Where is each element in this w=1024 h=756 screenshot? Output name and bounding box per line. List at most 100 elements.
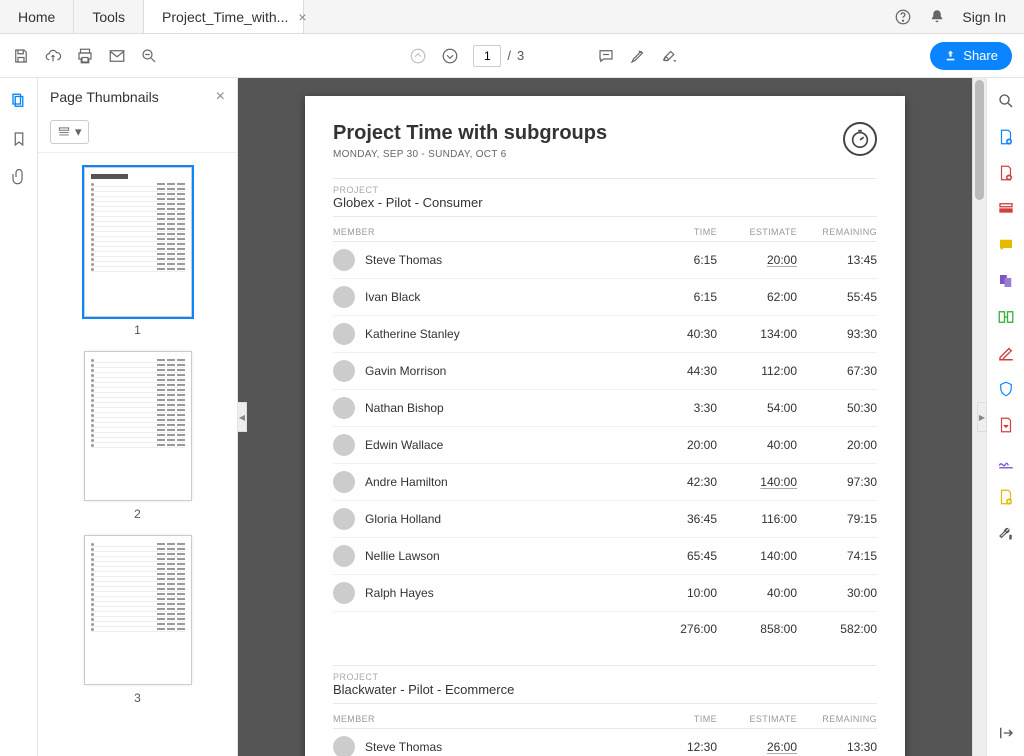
document-page: Project Time with subgroups MONDAY, SEP … xyxy=(305,96,905,756)
protect-icon[interactable] xyxy=(997,380,1015,398)
avatar xyxy=(333,471,355,493)
bell-icon[interactable] xyxy=(928,8,946,26)
compress-icon[interactable] xyxy=(997,416,1015,434)
member-name: Gavin Morrison xyxy=(365,364,446,378)
table-row: Steve Thomas12:3026:0013:30 xyxy=(333,729,877,756)
time-value: 12:30 xyxy=(637,729,717,756)
report-date-range: MONDAY, SEP 30 - SUNDAY, OCT 6 xyxy=(333,149,877,160)
cloud-upload-icon[interactable] xyxy=(44,47,62,65)
help-icon[interactable] xyxy=(894,8,912,26)
comment-icon[interactable] xyxy=(597,47,615,65)
estimate-value: 112:00 xyxy=(717,353,797,390)
time-value: 36:45 xyxy=(637,501,717,538)
fill-sign-icon[interactable] xyxy=(997,452,1015,470)
member-name: Nellie Lawson xyxy=(365,549,440,563)
attachment-icon[interactable] xyxy=(10,168,28,186)
avatar xyxy=(333,286,355,308)
estimate-value: 140:00 xyxy=(717,538,797,575)
scrollbar-thumb[interactable] xyxy=(975,80,984,200)
share-button[interactable]: Share xyxy=(930,42,1012,70)
toolbar: / 3 Share xyxy=(0,34,1024,78)
table-row: Steve Thomas6:1520:0013:45 xyxy=(333,242,877,279)
thumbnail[interactable]: 2 xyxy=(84,351,192,521)
time-value: 6:15 xyxy=(637,279,717,316)
edit-pdf-icon[interactable] xyxy=(997,200,1015,218)
remaining-value: 13:30 xyxy=(797,729,877,756)
more-tools-icon[interactable] xyxy=(997,524,1015,542)
share-label: Share xyxy=(963,48,998,63)
bookmark-icon[interactable] xyxy=(10,130,28,148)
close-panel-icon[interactable]: × xyxy=(216,88,225,106)
col-member: MEMBER xyxy=(333,710,637,729)
send-icon[interactable] xyxy=(997,488,1015,506)
collapse-right-icon[interactable]: ▶ xyxy=(977,402,987,432)
estimate-value: 140:00 xyxy=(717,464,797,501)
combine-icon[interactable] xyxy=(997,272,1015,290)
report-title: Project Time with subgroups xyxy=(333,122,877,145)
time-table: MEMBERTIMEESTIMATEREMAININGSteve Thomas1… xyxy=(333,710,877,756)
thumbnail-options-button[interactable]: ▾ xyxy=(50,120,89,144)
sign-icon[interactable] xyxy=(661,47,679,65)
remaining-value: 13:45 xyxy=(797,242,877,279)
avatar xyxy=(333,249,355,271)
redact-icon[interactable] xyxy=(997,344,1015,362)
col-remaining: REMAINING xyxy=(797,710,877,729)
organize-icon[interactable] xyxy=(997,308,1015,326)
thumbnail-list[interactable]: 12 3 xyxy=(38,153,237,756)
sign-in-link[interactable]: Sign In xyxy=(962,9,1006,25)
estimate-value: 62:00 xyxy=(717,279,797,316)
print-icon[interactable] xyxy=(76,47,94,65)
remaining-value: 50:30 xyxy=(797,390,877,427)
stopwatch-icon xyxy=(843,122,877,156)
document-viewport[interactable]: ◀ Project Time with subgroups MONDAY, SE… xyxy=(238,78,972,756)
create-pdf-icon[interactable] xyxy=(997,164,1015,182)
time-value: 10:00 xyxy=(637,575,717,612)
remaining-value: 55:45 xyxy=(797,279,877,316)
col-estimate: ESTIMATE xyxy=(717,710,797,729)
tab-document[interactable]: Project_Time_with... × xyxy=(144,0,304,33)
comment-tool-icon[interactable] xyxy=(997,236,1015,254)
thumbnail-number: 3 xyxy=(134,691,141,705)
page-sep: / xyxy=(507,48,511,63)
tab-home[interactable]: Home xyxy=(0,0,74,33)
search-tool-icon[interactable] xyxy=(997,92,1015,110)
total-row: 276:00858:00582:00 xyxy=(333,612,877,644)
page-up-icon[interactable] xyxy=(409,47,427,65)
zoom-out-icon[interactable] xyxy=(140,47,158,65)
time-value: 3:30 xyxy=(637,390,717,427)
page-number-input[interactable] xyxy=(473,45,501,67)
table-row: Gloria Holland36:45116:0079:15 xyxy=(333,501,877,538)
tab-document-label: Project_Time_with... xyxy=(162,9,288,25)
thumbnail-image[interactable] xyxy=(84,351,192,501)
remaining-value: 67:30 xyxy=(797,353,877,390)
time-value: 40:30 xyxy=(637,316,717,353)
table-row: Nellie Lawson65:45140:0074:15 xyxy=(333,538,877,575)
time-value: 20:00 xyxy=(637,427,717,464)
thumbnail[interactable]: 3 xyxy=(84,535,192,705)
thumbnail-image[interactable] xyxy=(84,535,192,685)
highlight-icon[interactable] xyxy=(629,47,647,65)
export-pdf-icon[interactable] xyxy=(997,128,1015,146)
collapse-left-icon[interactable]: ◀ xyxy=(238,402,247,432)
remaining-value: 93:30 xyxy=(797,316,877,353)
remaining-value: 97:30 xyxy=(797,464,877,501)
estimate-value: 20:00 xyxy=(717,242,797,279)
member-name: Edwin Wallace xyxy=(365,438,443,452)
main-area: Page Thumbnails × ▾ 123 ◀ Project Time w… xyxy=(0,78,1024,756)
page-down-icon[interactable] xyxy=(441,47,459,65)
thumbnail-image[interactable] xyxy=(84,167,192,317)
total-remaining: 582:00 xyxy=(797,612,877,644)
app-tabbar: Home Tools Project_Time_with... × Sign I… xyxy=(0,0,1024,34)
remaining-value: 74:15 xyxy=(797,538,877,575)
close-tab-icon[interactable]: × xyxy=(298,9,306,25)
thumbnails-icon[interactable] xyxy=(10,92,28,110)
section-title: Blackwater - Pilot - Ecommerce xyxy=(333,682,877,704)
member-name: Andre Hamilton xyxy=(365,475,448,489)
mail-icon[interactable] xyxy=(108,47,126,65)
avatar xyxy=(333,582,355,604)
member-name: Gloria Holland xyxy=(365,512,441,526)
tab-tools[interactable]: Tools xyxy=(74,0,144,33)
expand-rail-icon[interactable] xyxy=(997,724,1015,742)
thumbnail[interactable]: 1 xyxy=(84,167,192,337)
save-icon[interactable] xyxy=(12,47,30,65)
